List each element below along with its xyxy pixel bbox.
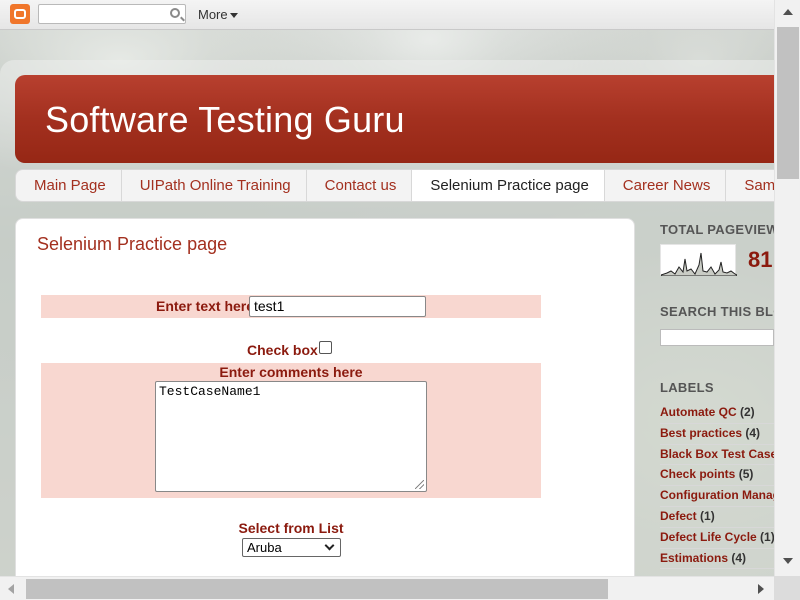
search-icon[interactable] bbox=[170, 8, 180, 18]
tab-sample[interactable]: Sample bbox=[726, 170, 775, 201]
tab-main-page[interactable]: Main Page bbox=[16, 170, 122, 201]
label-item[interactable]: Automate QC (2) bbox=[660, 403, 774, 424]
scrollbar-corner bbox=[774, 576, 800, 600]
comments-row: Enter comments here TestCaseName1 bbox=[41, 363, 541, 498]
label-name[interactable]: Black Box Test Case bbox=[660, 447, 774, 461]
comments-textarea[interactable]: TestCaseName1 bbox=[155, 381, 427, 492]
resize-grip-icon[interactable] bbox=[415, 480, 424, 489]
horizontal-scrollbar[interactable] bbox=[0, 576, 774, 600]
label-name[interactable]: Check points bbox=[660, 467, 735, 481]
label-count: (4) bbox=[731, 550, 747, 565]
text-input[interactable]: test1 bbox=[249, 296, 426, 317]
text-row: Enter text here test1 bbox=[41, 295, 541, 318]
label-item[interactable]: Best practices (4) bbox=[660, 424, 774, 445]
label-count: (5) bbox=[738, 467, 754, 482]
caret-down-icon bbox=[229, 13, 238, 19]
chevron-down-icon bbox=[324, 540, 335, 551]
post-title: Selenium Practice page bbox=[37, 234, 228, 254]
label-item[interactable]: Configuration Manag bbox=[660, 486, 774, 507]
select-label: Select from List bbox=[238, 520, 344, 536]
scroll-right-icon[interactable] bbox=[758, 584, 764, 594]
comments-text: TestCaseName1 bbox=[159, 384, 261, 399]
vertical-scrollbar[interactable] bbox=[774, 0, 800, 576]
blogger-navbar: More bbox=[0, 0, 774, 30]
more-menu-button[interactable]: More bbox=[198, 7, 238, 22]
label-item[interactable]: Check points (5) bbox=[660, 465, 774, 487]
label-name[interactable]: Defect Life Cycle bbox=[660, 530, 757, 544]
horizontal-scroll-thumb[interactable] bbox=[26, 579, 608, 599]
label-name[interactable]: Configuration Manag bbox=[660, 488, 774, 502]
labels-heading: LABELS bbox=[660, 380, 714, 395]
scroll-left-icon[interactable] bbox=[8, 584, 14, 594]
tab-contact-us[interactable]: Contact us bbox=[307, 170, 413, 201]
label-count: (2) bbox=[740, 405, 755, 419]
scroll-down-icon[interactable] bbox=[783, 558, 793, 564]
label-count: (1) bbox=[700, 508, 715, 523]
label-item[interactable]: Defect Life Cycle (1) bbox=[660, 528, 774, 549]
vertical-scroll-thumb[interactable] bbox=[777, 27, 799, 179]
blogger-icon[interactable] bbox=[10, 4, 30, 24]
label-count: (4) bbox=[745, 425, 761, 440]
select-value: Aruba bbox=[247, 540, 282, 555]
text-field-label: Enter text here bbox=[156, 298, 255, 314]
comments-label: Enter comments here bbox=[219, 364, 363, 380]
label-item[interactable]: Estimations (4) bbox=[660, 549, 774, 570]
more-menu-label: More bbox=[198, 7, 228, 22]
checkbox-label: Check box bbox=[247, 342, 318, 358]
checkbox[interactable] bbox=[319, 341, 332, 354]
blog-search-input[interactable] bbox=[660, 329, 774, 346]
country-select[interactable]: Aruba bbox=[242, 538, 341, 557]
post-card: Selenium Practice page Enter text here t… bbox=[15, 218, 635, 580]
page-tabs: Main Page UIPath Online Training Contact… bbox=[15, 169, 775, 202]
tab-career-news[interactable]: Career News bbox=[605, 170, 727, 201]
label-item[interactable]: Black Box Test Case bbox=[660, 445, 774, 466]
blog-header: Software Testing Guru bbox=[15, 75, 775, 163]
labels-list: Automate QC (2) Best practices (4) Black… bbox=[660, 403, 774, 570]
pageviews-count: 81 bbox=[748, 247, 773, 272]
label-name[interactable]: Estimations bbox=[660, 551, 728, 565]
label-name[interactable]: Defect bbox=[660, 509, 697, 523]
label-count: (1) bbox=[760, 529, 774, 544]
navbar-search-input[interactable] bbox=[38, 4, 186, 24]
pageviews-heading: TOTAL PAGEVIEWS bbox=[660, 222, 788, 237]
label-item[interactable]: Defect (1) bbox=[660, 507, 774, 528]
tab-selenium-practice[interactable]: Selenium Practice page bbox=[412, 170, 605, 201]
label-name[interactable]: Automate QC bbox=[660, 405, 737, 419]
tab-uipath-training[interactable]: UIPath Online Training bbox=[122, 170, 307, 201]
pageviews-sparkline bbox=[660, 244, 738, 277]
scroll-up-icon[interactable] bbox=[783, 9, 793, 15]
blog-title[interactable]: Software Testing Guru bbox=[45, 99, 405, 141]
label-name[interactable]: Best practices bbox=[660, 426, 742, 440]
